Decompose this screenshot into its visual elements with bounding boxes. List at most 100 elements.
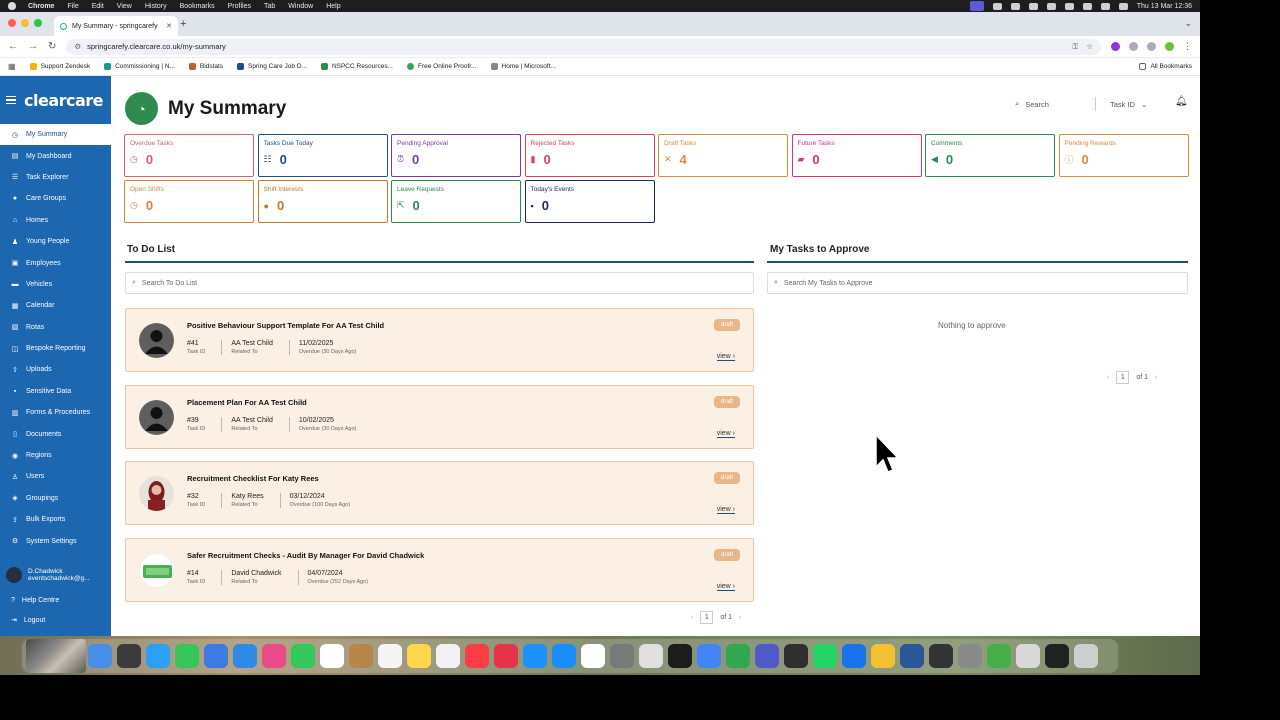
summary-card-comments[interactable]: Comments ◀ 0 [925, 134, 1055, 177]
task-title[interactable]: Safer Recruitment Checks - Audit By Mana… [187, 551, 424, 560]
task-title[interactable]: Recruitment Checklist For Katy Rees [187, 474, 319, 483]
user-profile[interactable]: D.Chadwick eventschadwick@g... [0, 560, 111, 590]
bookmark-star-icon[interactable]: ☆ [1086, 42, 1093, 52]
reload-icon[interactable]: ↻ [48, 41, 56, 52]
wifi-icon[interactable] [1082, 2, 1092, 10]
dock-app-icon[interactable] [871, 644, 895, 668]
dock-app-icon[interactable] [291, 644, 315, 668]
menu-view[interactable]: View [117, 3, 132, 10]
task-card[interactable]: Placement Plan For AA Test Child draft #39… [125, 384, 754, 449]
new-tab-icon[interactable]: + [180, 18, 186, 30]
dock-app-icon[interactable] [958, 644, 982, 668]
bluetooth-icon[interactable] [1046, 2, 1056, 10]
menubar-clock[interactable]: Thu 13 Mar 12:36 [1137, 3, 1192, 10]
dock-app-icon[interactable] [88, 644, 112, 668]
dock-app-icon[interactable] [117, 644, 141, 668]
dock-app-icon[interactable] [262, 644, 286, 668]
search-type-select[interactable]: Task ID [1110, 100, 1135, 109]
tab-search-chevron-icon[interactable]: ⌄ [1184, 18, 1192, 29]
summary-card-pending-approval[interactable]: Pending Approval ⏰︎ 0 [391, 134, 521, 177]
view-task-link[interactable]: view › [716, 506, 735, 514]
task-title[interactable]: Placement Plan For AA Test Child [187, 398, 307, 407]
sidebar-item-calendar[interactable]: ▦ Calendar [0, 295, 111, 316]
screen-record-icon[interactable] [969, 1, 984, 11]
task-card[interactable]: Positive Behaviour Support Template For … [125, 308, 754, 372]
dock-app-icon[interactable] [204, 644, 228, 668]
dock-app-icon[interactable] [929, 644, 953, 668]
dock-app-icon[interactable] [639, 644, 663, 668]
menu-history[interactable]: History [145, 3, 167, 10]
summary-card-pending-rewards[interactable]: Pending Rewards ⓘ 0 [1058, 134, 1189, 177]
next-page-icon[interactable]: › [739, 614, 741, 621]
sidebar-item-system-settings[interactable]: ⚙ System Settings [0, 530, 111, 551]
chevron-down-icon[interactable]: ⌄ [1141, 100, 1147, 109]
back-icon[interactable]: ← [8, 41, 18, 52]
menu-window[interactable]: Window [288, 3, 313, 10]
task-card[interactable]: Safer Recruitment Checks - Audit By Mana… [125, 537, 754, 602]
dock-app-icon[interactable] [320, 644, 344, 668]
summary-card-shift-interests[interactable]: Shift Interests ● 0 [257, 180, 388, 223]
view-task-link[interactable]: view › [716, 430, 735, 438]
previous-page-icon[interactable]: ‹ [1107, 374, 1109, 381]
summary-card-tasks-due-today[interactable]: Tasks Due Today ☷ 0 [257, 134, 388, 177]
dock-app-icon[interactable] [233, 644, 257, 668]
dock-app-icon[interactable] [987, 644, 1011, 668]
logout-link[interactable]: ⇥ Logout [0, 611, 111, 629]
menu-edit[interactable]: Edit [92, 3, 104, 10]
bookmark-item[interactable]: Free Online Proofr... [406, 63, 477, 70]
dock-app-icon[interactable] [1045, 644, 1069, 668]
spotlight-icon[interactable] [1100, 2, 1110, 10]
approve-page-number[interactable]: 1 [1116, 371, 1130, 384]
dock-app-icon[interactable] [407, 644, 431, 668]
address-bar[interactable]: ⚙ springcarefy.clearcare.co.uk/my-summar… [66, 38, 1101, 55]
zoom-window-icon[interactable] [34, 19, 42, 27]
dock-app-icon[interactable] [813, 644, 837, 668]
apple-icon[interactable] [8, 2, 16, 10]
sidebar-item-employees[interactable]: ▣ Employees [0, 252, 111, 273]
control-center-icon[interactable] [1118, 2, 1128, 10]
bookmark-item[interactable]: Support Zendesk [29, 63, 90, 70]
sidebar-item-uploads[interactable]: ⇧ Uploads [0, 359, 111, 380]
dock-app-icon[interactable] [755, 644, 779, 668]
extension-2-icon[interactable] [1129, 42, 1138, 51]
task-card[interactable]: Recruitment Checklist For Katy Rees draft… [125, 461, 754, 525]
browser-tab[interactable]: My Summary - springcarefy ✕ [54, 16, 178, 36]
menu-profiles[interactable]: Profiles [228, 3, 251, 10]
site-info-icon[interactable]: ⚙ [74, 42, 81, 51]
dock-app-icon[interactable] [581, 644, 605, 668]
forward-icon[interactable]: → [28, 41, 38, 52]
sidebar-item-young-people[interactable]: ♟ Young People [0, 231, 111, 252]
all-bookmarks[interactable]: All Bookmarks [1139, 63, 1192, 70]
dock-app-icon[interactable] [1016, 644, 1040, 668]
extension-icon[interactable] [1111, 42, 1120, 51]
sidebar-item-my-summary[interactable]: ◷ My Summary [0, 124, 111, 146]
battery-icon[interactable] [1064, 2, 1074, 10]
monitor-icon[interactable] [1010, 2, 1020, 10]
menu-bookmarks[interactable]: Bookmarks [180, 3, 215, 10]
dock-app-icon[interactable] [378, 644, 402, 668]
summary-card-today-s-events[interactable]: Today's Events ▪ 0 [524, 180, 655, 223]
todo-page-number[interactable]: 1 [700, 611, 714, 624]
sidebar-item-vehicles[interactable]: ▬ Vehicles [0, 274, 111, 295]
global-search-input[interactable]: Search [1025, 100, 1049, 109]
help-centre-link[interactable]: ? Help Centre [0, 591, 111, 609]
cloud-icon[interactable] [992, 2, 1002, 10]
sidebar-item-care-groups[interactable]: ● Care Groups [0, 188, 111, 209]
dock-app-icon[interactable] [842, 644, 866, 668]
dock-app-icon[interactable] [1074, 644, 1098, 668]
dock-app-icon[interactable] [349, 644, 373, 668]
dock-app-icon[interactable] [610, 644, 634, 668]
task-title[interactable]: Positive Behaviour Support Template For … [187, 321, 384, 330]
extensions-puzzle-icon[interactable] [1147, 42, 1156, 51]
summary-card-leave-requests[interactable]: Leave Requests ⇱ 0 [391, 180, 521, 223]
bookmark-item[interactable]: Home | Microsoft... [490, 63, 556, 70]
apps-grid-icon[interactable]: ▦ [8, 62, 16, 71]
password-key-icon[interactable]: ⚿ [1073, 42, 1079, 52]
sidebar-item-homes[interactable]: ⌂ Homes [0, 210, 111, 231]
menu-file[interactable]: File [67, 3, 78, 10]
next-page-icon[interactable]: › [1155, 374, 1157, 381]
todo-search-input[interactable]: ⌕ Search To Do List [125, 272, 754, 294]
profile-avatar-icon[interactable] [1165, 42, 1174, 51]
dock-app-icon[interactable] [668, 644, 692, 668]
dock-app-icon[interactable] [726, 644, 750, 668]
